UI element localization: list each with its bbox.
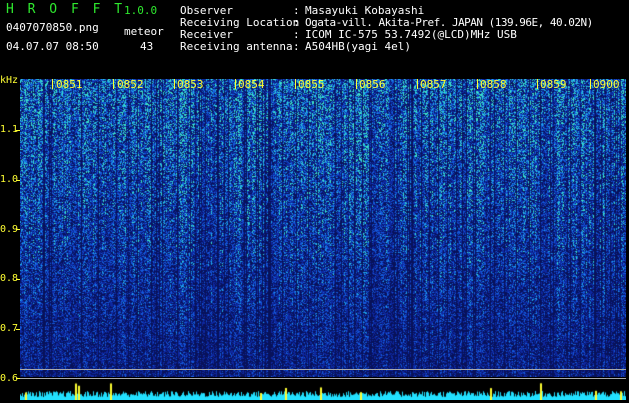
antenna-label: Receiving antenna [180,40,293,53]
time-tick-label: 0854 [238,78,265,91]
y-tick-mark [16,229,20,230]
time-tick-mark [52,79,53,89]
time-tick-mark [174,79,175,89]
time-tick-label: 0857 [420,78,447,91]
time-tick-label: 0859 [540,78,567,91]
time-tick-mark [477,79,478,89]
app-brand: H R O F F T [6,2,126,17]
y-tick-label: 0.9 [0,224,19,235]
spectrogram-panel [20,79,626,377]
time-tick-mark [356,79,357,89]
meteor-count: 43 [140,40,154,53]
antenna-value: A504HB(yagi 4el) [305,40,411,53]
time-tick-label: 0855 [298,78,325,91]
time-tick-label: 0852 [117,78,144,91]
y-tick-mark [16,130,20,131]
time-tick-mark [113,79,114,89]
y-tick-mark [16,180,20,181]
time-tick-label: 0856 [359,78,386,91]
reference-line [20,369,626,370]
time-tick-label: 0853 [177,78,204,91]
reference-line [20,378,626,379]
meteor-label: meteor [124,25,164,38]
y-tick-mark [16,279,20,280]
datetime: 04.07.07 08:50 [6,40,99,53]
y-tick-mark [16,329,20,330]
power-trace-canvas [20,380,626,400]
time-tick-mark [537,79,538,89]
spectrogram-canvas [20,79,626,377]
y-tick-label: 0.6 [0,373,19,384]
time-tick-mark [295,79,296,89]
separator: : [293,40,300,53]
time-tick-mark [417,79,418,89]
time-tick-mark [590,79,591,89]
time-tick-label: 0900 [593,78,620,91]
time-tick-label: 0851 [56,78,83,91]
app-version: 1.0.0 [124,4,158,17]
filename: 0407070850.png [6,21,99,34]
time-tick-mark [235,79,236,89]
y-axis-unit: kHz [0,75,19,86]
power-trace-strip [20,380,626,400]
time-tick-label: 0858 [480,78,507,91]
